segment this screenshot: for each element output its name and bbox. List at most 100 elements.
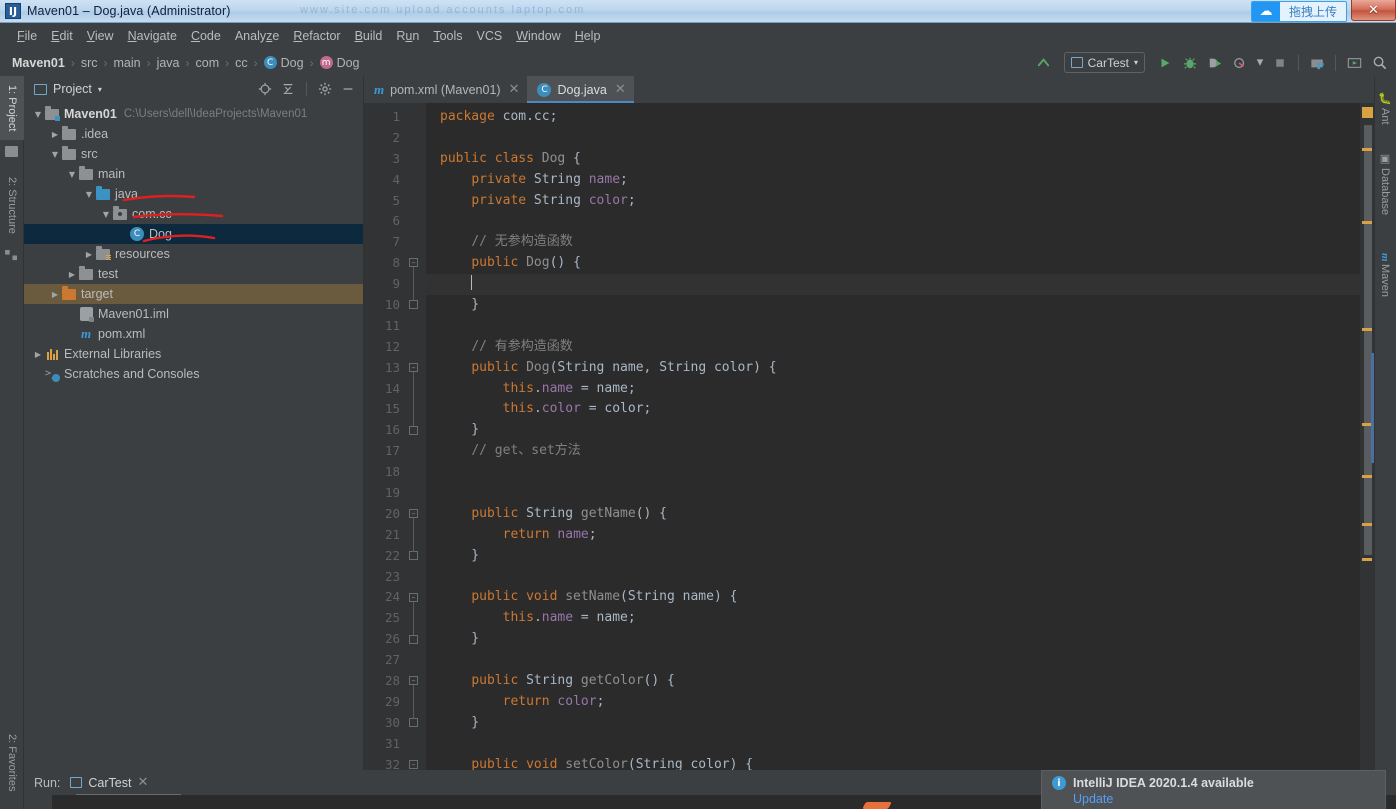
warning-marker[interactable] (1362, 475, 1372, 478)
code-line[interactable]: this.color = color; (426, 399, 1374, 420)
chevron-right-icon[interactable]: ▶ (32, 350, 44, 359)
run-configuration-selector[interactable]: CarTest ▾ (1063, 52, 1145, 73)
debug-bug-icon[interactable] (1179, 52, 1201, 74)
menu-item-file[interactable]: File (10, 26, 44, 46)
editor-tab-dog-java[interactable]: C Dog.java ✕ (527, 76, 634, 103)
run-tab-cartest[interactable]: CarTest ✕ (70, 775, 148, 790)
hide-panel-icon[interactable] (339, 80, 357, 98)
stop-square-icon[interactable] (1269, 52, 1291, 74)
run-with-coverage-icon[interactable] (1204, 52, 1226, 74)
update-project-icon[interactable] (1343, 52, 1365, 74)
code-line[interactable]: return color; (426, 692, 1374, 713)
tree-node-main[interactable]: ▼ main (24, 164, 363, 184)
build-icon[interactable] (1033, 52, 1055, 74)
close-icon[interactable]: ✕ (509, 82, 520, 97)
sidebar-item-ant[interactable]: 🐛 Ant (1374, 84, 1396, 132)
run-play-icon[interactable] (1154, 52, 1176, 74)
code-line[interactable]: public String getName() { (426, 504, 1374, 525)
menu-item-window[interactable]: Window (509, 26, 567, 46)
chevron-down-icon[interactable]: ▼ (100, 210, 112, 219)
code-line[interactable]: public Dog() { (426, 253, 1374, 274)
project-panel-title[interactable]: Project ▾ (34, 82, 102, 96)
menu-item-analyze[interactable]: Analyze (228, 26, 286, 46)
window-close-button[interactable]: ✕ (1351, 0, 1396, 21)
code-line[interactable]: private String color; (426, 191, 1374, 212)
code-line[interactable] (426, 483, 1374, 504)
tree-node-com-cc[interactable]: ▼ com.cc (24, 204, 363, 224)
code-line[interactable]: public void setColor(String color) { (426, 755, 1374, 770)
upload-badge[interactable]: ☁ 拖拽上传 (1250, 1, 1347, 22)
breadcrumb-item-com[interactable]: com (196, 56, 220, 70)
breadcrumb-item-java[interactable]: java (157, 56, 180, 70)
attach-debugger-icon[interactable] (1306, 52, 1328, 74)
warning-marker[interactable] (1362, 523, 1372, 526)
tree-node-resources[interactable]: ▶ resources (24, 244, 363, 264)
breadcrumb-item-dog[interactable]: C Dog (263, 56, 304, 70)
editor-code-body[interactable]: package com.cc; public class Dog { priva… (426, 103, 1374, 770)
menu-item-code[interactable]: Code (184, 26, 228, 46)
search-everywhere-icon[interactable] (1368, 52, 1390, 74)
sidebar-item-project[interactable]: 1: Project (0, 76, 24, 140)
chevron-down-icon[interactable]: ▼ (83, 190, 95, 199)
code-line[interactable]: this.name = name; (426, 608, 1374, 629)
notification-update-link[interactable]: Update (1042, 790, 1385, 806)
code-line[interactable] (426, 650, 1374, 671)
breadcrumb-item-main[interactable]: main (113, 56, 140, 70)
menu-item-build[interactable]: Build (348, 26, 390, 46)
sidebar-item-database[interactable]: ▣ Database (1374, 138, 1396, 230)
fold-collapse-icon[interactable]: – (409, 509, 418, 519)
code-line[interactable] (426, 316, 1374, 337)
code-line[interactable]: } (426, 420, 1374, 441)
breadcrumb-item-cc[interactable]: cc (235, 56, 248, 70)
fold-end-icon[interactable] (409, 718, 418, 728)
menu-item-navigate[interactable]: Navigate (121, 26, 184, 46)
inspection-status-box[interactable] (1362, 107, 1373, 118)
tree-node-java[interactable]: ▼ java (24, 184, 363, 204)
code-line[interactable]: public String getColor() { (426, 671, 1374, 692)
breadcrumb-item-dog[interactable]: m Dog (319, 56, 360, 70)
menu-item-refactor[interactable]: Refactor (286, 26, 347, 46)
breadcrumb-item-src[interactable]: src (81, 56, 98, 70)
code-line[interactable] (426, 211, 1374, 232)
tree-node-dog[interactable]: ▶CDog (24, 224, 363, 244)
tree-node-scratches-and-consoles[interactable]: ▶>_Scratches and Consoles (24, 364, 363, 384)
code-line[interactable]: package com.cc; (426, 107, 1374, 128)
code-line[interactable] (426, 567, 1374, 588)
fold-collapse-icon[interactable]: – (409, 258, 418, 268)
chevron-right-icon[interactable]: ▶ (49, 290, 61, 299)
menu-item-view[interactable]: View (80, 26, 121, 46)
warning-marker[interactable] (1362, 328, 1372, 331)
menu-item-edit[interactable]: Edit (44, 26, 80, 46)
fold-collapse-icon[interactable]: – (409, 759, 418, 769)
code-line[interactable]: public Dog(String name, String color) { (426, 358, 1374, 379)
editor-tab-pom-xml[interactable]: m pom.xml (Maven01) ✕ (364, 76, 528, 103)
close-icon[interactable]: ✕ (615, 82, 626, 97)
update-notification[interactable]: i IntelliJ IDEA 2020.1.4 available Updat… (1041, 770, 1386, 809)
tree-node--idea[interactable]: ▶ .idea (24, 124, 363, 144)
code-line[interactable]: public class Dog { (426, 149, 1374, 170)
sidebar-item-structure[interactable]: 2: Structure (0, 166, 24, 244)
warning-marker[interactable] (1362, 558, 1372, 561)
close-icon[interactable]: ✕ (137, 775, 148, 790)
locate-icon[interactable] (256, 80, 274, 98)
code-line[interactable]: // 无参构造函数 (426, 232, 1374, 253)
warning-marker[interactable] (1362, 148, 1372, 151)
code-line[interactable]: } (426, 713, 1374, 734)
tree-node-target[interactable]: ▶ target (24, 284, 363, 304)
chevron-down-icon[interactable]: ▼ (32, 110, 44, 119)
fold-end-icon[interactable] (409, 425, 418, 435)
code-editor[interactable]: 1 2 3 4 5 6 7 8–9 10 11 12 13–14 15 16 17 18 19 20–21 22 23… (364, 103, 1374, 772)
tree-node-external-libraries[interactable]: ▶ External Libraries (24, 344, 363, 364)
editor-scrollbar-thumb[interactable] (1364, 125, 1372, 555)
chevron-down-icon[interactable]: ▼ (49, 150, 61, 159)
sidebar-item-maven[interactable]: m Maven (1374, 238, 1396, 312)
code-line[interactable]: // get、set方法 (426, 441, 1374, 462)
menu-item-help[interactable]: Help (568, 26, 608, 46)
chevron-down-icon[interactable]: ▼ (66, 170, 78, 179)
editor-gutter[interactable]: 1 2 3 4 5 6 7 8–9 10 11 12 13–14 15 16 17 18 19 20–21 22 23… (364, 103, 426, 772)
menu-item-tools[interactable]: Tools (426, 26, 469, 46)
menu-item-vcs[interactable]: VCS (470, 26, 510, 46)
fold-end-icon[interactable] (409, 550, 418, 560)
tree-node-maven01[interactable]: ▼ Maven01 C:\Users\dell\IdeaProjects\Maven… (24, 104, 363, 124)
fold-collapse-icon[interactable]: – (409, 592, 418, 602)
